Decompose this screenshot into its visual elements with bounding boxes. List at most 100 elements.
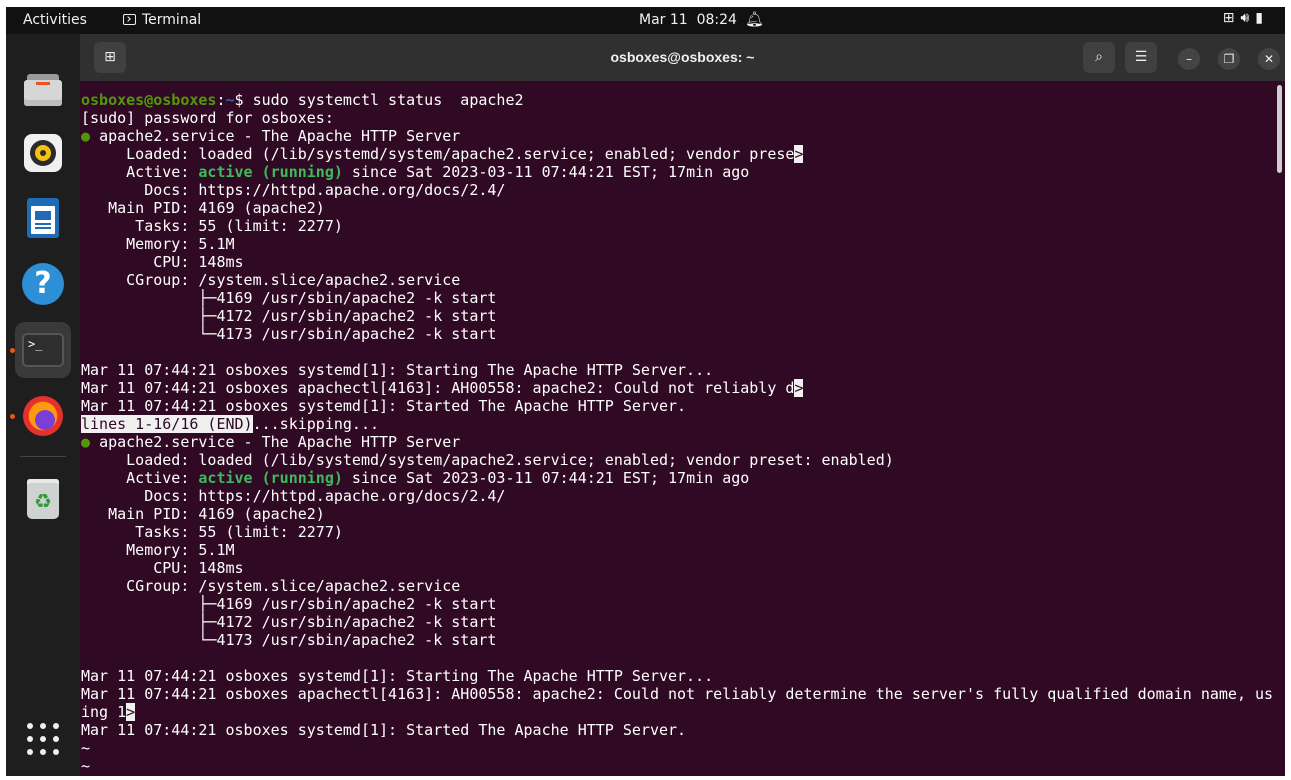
desktop: Activities Terminal Mar 11 08:24 🔔︎ ⊞🔊︎▮ — [6, 7, 1285, 776]
loaded-line: Loaded: loaded (/lib/systemd/system/apac… — [81, 145, 795, 163]
truncation-marker: > — [794, 145, 804, 163]
truncation-marker: > — [126, 703, 136, 721]
output-line: [sudo] password for osboxes: — [81, 109, 334, 127]
network-icon: ⊞ — [1222, 10, 1241, 26]
output-line: Docs: https://httpd.apache.org/docs/2.4/ — [81, 181, 506, 199]
log-line: Mar 11 07:44:21 osboxes apachectl[4163]:… — [81, 379, 795, 397]
output-line: Mar 11 07:44:21 osboxes apachectl[4163]:… — [81, 685, 1274, 703]
close-button[interactable]: ✕ — [1258, 48, 1280, 70]
pager-status: lines 1-16/16 (END) — [81, 415, 253, 433]
status-dot-icon: ● — [81, 127, 91, 145]
output-line: Mar 11 07:44:21 osboxes systemd[1]: Star… — [81, 361, 714, 379]
output-line: Tasks: 55 (limit: 2277) — [81, 217, 343, 235]
service-title: apache2.service - The Apache HTTP Server — [99, 433, 461, 451]
terminal-icon: >_ — [22, 329, 64, 371]
output-line: Active: active (running) since Sat 2023-… — [81, 469, 1276, 487]
pager-tilde: ~ — [81, 739, 91, 757]
output-line: Mar 11 07:44:21 osboxes systemd[1]: Star… — [81, 667, 714, 685]
files-icon — [22, 65, 64, 107]
dock-files[interactable] — [15, 58, 71, 114]
output-line: CPU: 148ms — [81, 559, 244, 577]
libreoffice-writer-icon — [22, 197, 64, 239]
status-dot-icon: ● — [81, 433, 91, 451]
active-state: active (running) — [198, 469, 343, 487]
active-state: active (running) — [198, 163, 343, 181]
search-icon: ⌕ — [1095, 49, 1103, 65]
prompt-line: osboxes@osboxes:~$ sudo systemctl status… — [81, 91, 1276, 109]
output-line: └─4173 /usr/sbin/apache2 -k start — [81, 631, 497, 649]
dock-rhythmbox[interactable] — [15, 125, 71, 181]
output-line: └─4173 /usr/sbin/apache2 -k start — [81, 325, 497, 343]
search-button[interactable]: ⌕ — [1083, 42, 1115, 73]
app-menu-label: Terminal — [142, 12, 202, 28]
trash-icon: ♻ — [22, 477, 64, 519]
output-line: Loaded: loaded (/lib/systemd/system/apac… — [81, 451, 894, 469]
pager-tilde: ~ — [81, 757, 91, 775]
app-menu[interactable]: Terminal — [123, 12, 201, 28]
scrollbar[interactable] — [1277, 85, 1282, 173]
notification-bell-icon[interactable]: 🔔︎ — [745, 10, 764, 28]
help-icon: ? — [22, 263, 64, 305]
output-line: ● apache2.service - The Apache HTTP Serv… — [81, 127, 1276, 145]
active-since: since Sat 2023-03-11 07:44:21 EST; 17min… — [342, 469, 750, 487]
command-text: sudo systemctl status apache2 — [252, 91, 524, 109]
output-line: Mar 11 07:44:21 osboxes systemd[1]: Star… — [81, 397, 687, 415]
dock: ? >_ ♻ — [6, 34, 80, 776]
output-line: ing 1> — [81, 703, 1276, 721]
minimize-icon: – — [1186, 52, 1192, 66]
output-line: ├─4172 /usr/sbin/apache2 -k start — [81, 307, 497, 325]
output-line: ├─4169 /usr/sbin/apache2 -k start — [81, 289, 497, 307]
active-label: Active: — [81, 469, 199, 487]
output-line: Main PID: 4169 (apache2) — [81, 199, 325, 217]
menu-button[interactable]: ☰ — [1125, 42, 1157, 73]
output-line: Tasks: 55 (limit: 2277) — [81, 523, 343, 541]
volume-icon: 🔊︎ — [1240, 10, 1256, 26]
prompt-path: ~ — [225, 91, 235, 109]
log-line-wrap: ing 1 — [81, 703, 127, 721]
firefox-icon — [22, 395, 64, 437]
clock[interactable]: Mar 11 08:24 — [639, 12, 737, 28]
dock-libreoffice-writer[interactable] — [15, 190, 71, 246]
service-title: apache2.service - The Apache HTTP Server — [99, 127, 461, 145]
pager-skipping: ...skipping... — [252, 415, 380, 433]
output-line: Docs: https://httpd.apache.org/docs/2.4/ — [81, 487, 506, 505]
maximize-button[interactable]: ❐ — [1218, 48, 1240, 70]
close-icon: ✕ — [1263, 52, 1275, 66]
output-line: Memory: 5.1M — [81, 235, 235, 253]
truncation-marker: > — [794, 379, 804, 397]
activities-button[interactable]: Activities — [23, 12, 87, 28]
dock-terminal[interactable]: >_ — [15, 322, 71, 378]
dock-firefox[interactable] — [15, 388, 71, 444]
minimize-button[interactable]: – — [1178, 48, 1200, 70]
active-since: since Sat 2023-03-11 07:44:21 EST; 17min… — [342, 163, 750, 181]
pager-line: lines 1-16/16 (END)...skipping... — [81, 415, 1276, 433]
terminal-window: ⊞ osboxes@osboxes: ~ ⌕ ☰ – ❐ ✕ osboxes@o… — [80, 34, 1285, 776]
show-apps-icon[interactable] — [27, 723, 59, 755]
rhythmbox-icon — [22, 132, 64, 174]
output-line: Memory: 5.1M — [81, 541, 235, 559]
battery-icon: ▮ — [1255, 10, 1269, 26]
dock-help[interactable]: ? — [15, 256, 71, 312]
output-line: CPU: 148ms — [81, 253, 244, 271]
output-line: Loaded: loaded (/lib/systemd/system/apac… — [81, 145, 1276, 163]
system-tray[interactable]: ⊞🔊︎▮ — [1223, 10, 1269, 26]
active-label: Active: — [81, 163, 199, 181]
output-line: ├─4169 /usr/sbin/apache2 -k start — [81, 595, 497, 613]
output-line: Active: active (running) since Sat 2023-… — [81, 163, 1276, 181]
prompt-symbol: $ — [234, 91, 253, 109]
top-bar: Activities Terminal Mar 11 08:24 🔔︎ ⊞🔊︎▮ — [6, 7, 1285, 34]
dock-separator — [20, 456, 66, 457]
output-line: Main PID: 4169 (apache2) — [81, 505, 325, 523]
terminal-output[interactable]: osboxes@osboxes:~$ sudo systemctl status… — [80, 81, 1276, 776]
title-bar[interactable]: ⊞ osboxes@osboxes: ~ ⌕ ☰ – ❐ ✕ — [80, 34, 1285, 81]
terminal-app-icon — [123, 14, 136, 25]
output-line: Mar 11 07:44:21 osboxes systemd[1]: Star… — [81, 721, 687, 739]
output-line: ├─4172 /usr/sbin/apache2 -k start — [81, 613, 497, 631]
output-line: CGroup: /system.slice/apache2.service — [81, 577, 461, 595]
dock-trash[interactable]: ♻ — [15, 470, 71, 526]
hamburger-menu-icon: ☰ — [1134, 49, 1148, 65]
prompt-separator: : — [216, 91, 226, 109]
output-line: ● apache2.service - The Apache HTTP Serv… — [81, 433, 1276, 451]
